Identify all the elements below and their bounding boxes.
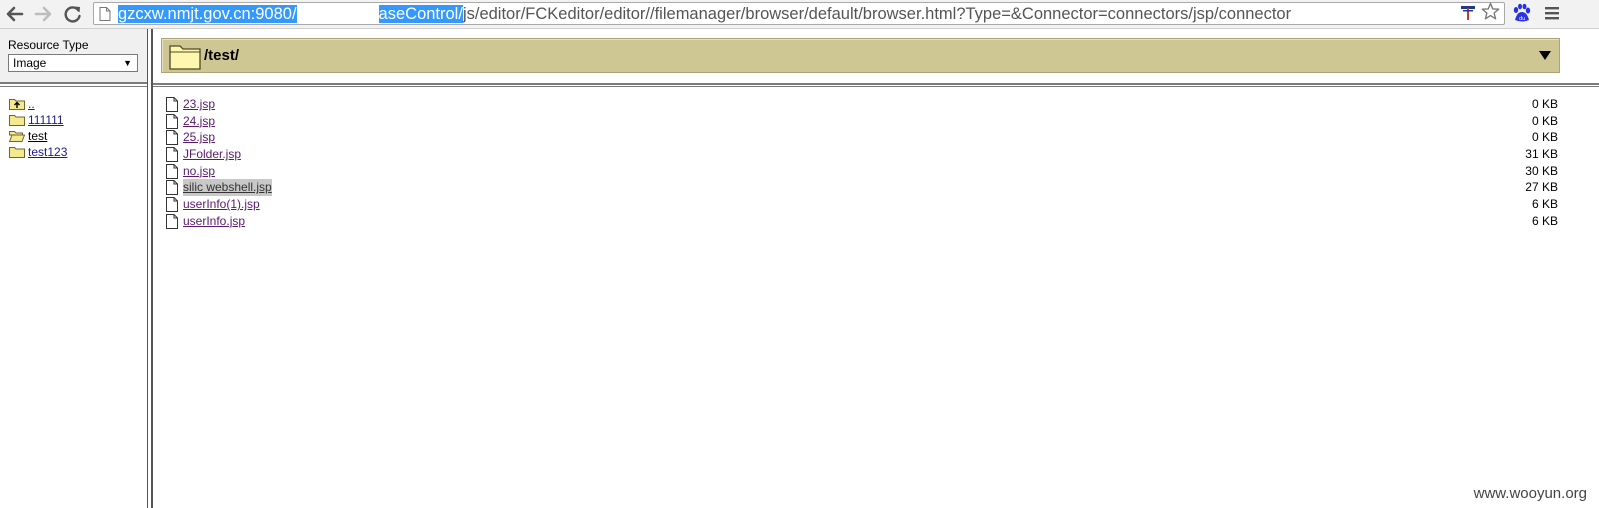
left-frame: Resource Type Image ▼ .. 111111 test tes… bbox=[0, 29, 147, 508]
file-row[interactable]: JFolder.jsp 31 KB bbox=[166, 146, 1558, 163]
file-icon bbox=[166, 163, 178, 179]
file-link[interactable]: JFolder.jsp bbox=[183, 146, 241, 163]
folder-icon bbox=[9, 115, 25, 126]
folder-list: .. 111111 test test123 bbox=[8, 96, 67, 160]
page-icon bbox=[99, 7, 111, 21]
file-row[interactable]: 24.jsp 0 KB bbox=[166, 113, 1558, 130]
divider bbox=[153, 83, 1599, 85]
file-link[interactable]: 25.jsp bbox=[183, 129, 215, 146]
svg-text:du: du bbox=[1519, 16, 1525, 22]
file-row[interactable]: silic webshell.jsp 27 KB bbox=[166, 179, 1558, 197]
url-rest: js/editor/FCKeditor/editor//filemanager/… bbox=[462, 5, 1292, 23]
baidu-paw-icon[interactable]: du bbox=[1511, 3, 1532, 24]
divider bbox=[0, 86, 147, 87]
divider bbox=[0, 82, 147, 84]
file-size: 6 KB bbox=[1531, 213, 1558, 228]
watermark: www.wooyun.org bbox=[1473, 485, 1587, 502]
folder-up-icon bbox=[9, 99, 25, 110]
current-folder-header: /test/ bbox=[161, 38, 1560, 73]
file-size: 31 KB bbox=[1525, 147, 1558, 162]
resource-type-select[interactable]: Image ▼ bbox=[8, 54, 138, 72]
file-icon bbox=[166, 147, 178, 163]
folder-icon bbox=[9, 147, 25, 158]
file-icon bbox=[166, 213, 178, 229]
file-list: 23.jsp 0 KB 24.jsp 0 KB 25.jsp 0 KB JFolder.js… bbox=[166, 96, 1558, 230]
file-icon bbox=[166, 113, 178, 129]
folder-link[interactable]: test123 bbox=[28, 145, 67, 159]
file-icon bbox=[166, 180, 178, 196]
file-link[interactable]: no.jsp bbox=[183, 163, 215, 180]
browser-toolbar: gzcxw.nmjt.gov.cn:9080/aseControl/js/edi… bbox=[0, 0, 1599, 29]
file-icon bbox=[166, 97, 178, 112]
right-frame: /test/ 23.jsp 0 KB 24.jsp 0 KB 25.jsp 0 KB JFo… bbox=[153, 29, 1599, 508]
file-size: 0 KB bbox=[1531, 113, 1558, 128]
resource-type-label: Resource Type bbox=[8, 38, 89, 52]
divider bbox=[153, 86, 1599, 87]
url-text[interactable]: gzcxw.nmjt.gov.cn:9080/aseControl/js/edi… bbox=[118, 4, 1291, 24]
file-link[interactable]: userInfo.jsp bbox=[183, 213, 245, 230]
file-row[interactable]: 23.jsp 0 KB bbox=[166, 96, 1558, 113]
folder-open-icon bbox=[8, 131, 26, 142]
reload-icon[interactable] bbox=[62, 4, 84, 24]
folder-row-up[interactable]: .. bbox=[9, 96, 67, 112]
folder-row[interactable]: test bbox=[8, 128, 67, 144]
file-row[interactable]: userInfo.jsp 6 KB bbox=[166, 213, 1558, 230]
back-arrow-icon[interactable] bbox=[4, 4, 26, 24]
extension-icon[interactable] bbox=[1459, 3, 1477, 21]
file-size: 0 KB bbox=[1531, 97, 1558, 111]
folder-link[interactable]: test bbox=[28, 129, 47, 143]
folder-row[interactable]: test123 bbox=[9, 144, 67, 160]
file-link[interactable]: userInfo(1).jsp bbox=[183, 196, 260, 213]
resource-type-value: Image bbox=[13, 56, 47, 70]
file-icon bbox=[166, 197, 178, 213]
folder-link[interactable]: 111111 bbox=[28, 113, 64, 127]
file-row[interactable]: 25.jsp 0 KB bbox=[166, 129, 1558, 146]
redacted-url-segment bbox=[296, 4, 379, 22]
menu-icon[interactable] bbox=[1544, 5, 1560, 21]
chevron-down-icon[interactable] bbox=[1539, 51, 1551, 61]
file-link[interactable]: silic webshell.jsp bbox=[183, 179, 272, 197]
star-icon[interactable] bbox=[1481, 2, 1500, 21]
url-selected-path: aseControl/ bbox=[378, 5, 463, 23]
file-link[interactable]: 24.jsp bbox=[183, 113, 215, 130]
file-link[interactable]: 23.jsp bbox=[183, 96, 215, 113]
file-size: 0 KB bbox=[1531, 130, 1558, 145]
file-size: 27 KB bbox=[1525, 180, 1558, 195]
address-bar[interactable]: gzcxw.nmjt.gov.cn:9080/aseControl/js/edi… bbox=[93, 2, 1505, 25]
file-size: 30 KB bbox=[1525, 163, 1558, 178]
chevron-down-icon: ▼ bbox=[123, 58, 132, 68]
file-size: 6 KB bbox=[1531, 197, 1558, 212]
file-row[interactable]: userInfo(1).jsp 6 KB bbox=[166, 196, 1558, 213]
folder-icon bbox=[169, 45, 201, 70]
folder-row[interactable]: 111111 bbox=[9, 112, 67, 128]
file-row[interactable]: no.jsp 30 KB bbox=[166, 163, 1558, 180]
file-icon bbox=[166, 130, 178, 146]
folder-link[interactable]: .. bbox=[28, 97, 35, 111]
url-selected-host: gzcxw.nmjt.gov.cn:9080/ bbox=[118, 5, 297, 23]
current-path: /test/ bbox=[204, 47, 240, 64]
forward-arrow-icon[interactable] bbox=[32, 4, 54, 24]
resource-type-panel: Resource Type Image ▼ bbox=[0, 29, 147, 82]
